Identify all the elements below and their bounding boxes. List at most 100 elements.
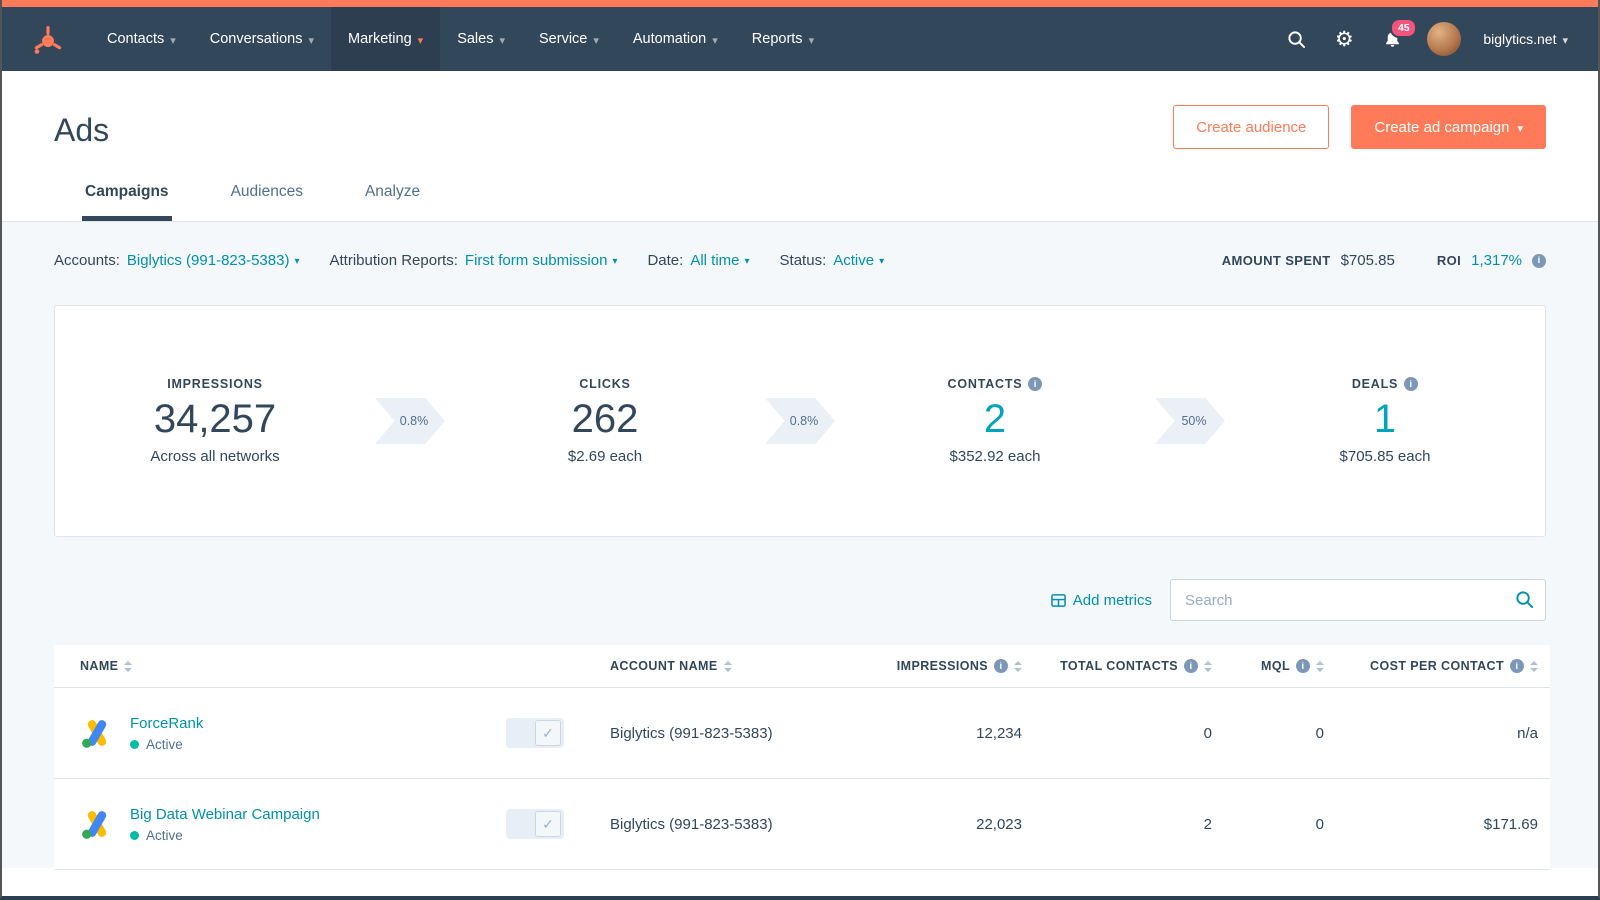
checkbox-checked-icon: ✓ <box>535 720 561 746</box>
column-header-mql[interactable]: MQL <box>1224 645 1336 688</box>
account-menu[interactable]: biglytics.net ▾ <box>1483 31 1568 47</box>
nav-contacts[interactable]: Contacts▾ <box>90 7 193 71</box>
mql-cell: 0 <box>1224 779 1336 870</box>
account-name: biglytics.net <box>1483 31 1556 47</box>
sync-toggle[interactable]: ✓ <box>506 809 564 839</box>
account-name-cell: Biglytics (991-823-5383) <box>598 688 864 779</box>
avatar[interactable] <box>1427 22 1461 56</box>
nav-sales[interactable]: Sales▾ <box>440 7 522 71</box>
date-filter-label: Date: <box>647 252 683 269</box>
status-dot <box>130 831 139 840</box>
accounts-filter-label: Accounts: <box>54 252 120 269</box>
accounts-filter-dropdown[interactable]: Biglytics (991-823-5383) ▾ <box>127 252 300 269</box>
cost-per-contact-cell: n/a <box>1336 688 1550 779</box>
accounts-filter-value: Biglytics (991-823-5383) <box>127 252 290 269</box>
nav-reports[interactable]: Reports▾ <box>735 7 831 71</box>
deals-label: DEALS <box>1352 377 1398 391</box>
chevron-down-icon: ▾ <box>1517 122 1523 135</box>
table-search <box>1170 579 1546 621</box>
roi-value: 1,317% <box>1471 252 1522 269</box>
sort-icon[interactable] <box>1204 661 1212 672</box>
tab-campaigns[interactable]: Campaigns <box>82 183 172 221</box>
total-contacts-cell[interactable]: 2 <box>1034 779 1224 870</box>
status-filter: Status: Active ▾ <box>780 252 885 269</box>
cost-per-contact-info-icon[interactable] <box>1510 659 1524 673</box>
deals-value[interactable]: 1 <box>1374 397 1396 442</box>
chevron-down-icon: ▾ <box>809 34 815 47</box>
google-ads-icon <box>80 716 114 750</box>
column-header-account-name[interactable]: ACCOUNT NAME <box>598 645 864 688</box>
attribution-filter-dropdown[interactable]: First form submission ▾ <box>465 252 618 269</box>
status-filter-dropdown[interactable]: Active ▾ <box>833 252 884 269</box>
impressions-sub: Across all networks <box>150 448 279 465</box>
conversion-rate: 50% <box>1173 414 1206 428</box>
column-header-total-contacts[interactable]: TOTAL CONTACTS <box>1034 645 1224 688</box>
search-icon[interactable] <box>1283 26 1309 52</box>
attribution-filter-label: Attribution Reports: <box>330 252 458 269</box>
gear-icon[interactable]: ⚙ <box>1331 26 1357 52</box>
checkbox-checked-icon: ✓ <box>535 811 561 837</box>
campaign-name-link[interactable]: ForceRank <box>130 715 203 732</box>
nav-automation[interactable]: Automation▾ <box>616 7 735 71</box>
create-audience-label: Create audience <box>1196 119 1306 136</box>
hubspot-logo[interactable] <box>2 7 90 71</box>
chevron-down-icon: ▾ <box>1562 34 1568 47</box>
create-audience-button[interactable]: Create audience <box>1173 105 1329 149</box>
amount-spent-value: $705.85 <box>1341 252 1395 269</box>
deals-info-icon[interactable] <box>1404 377 1418 391</box>
campaigns-table: NAME ACCOUNT NAME IMPRESSIONS <box>54 645 1550 870</box>
search-icon[interactable] <box>1515 590 1534 614</box>
campaign-name-link[interactable]: Big Data Webinar Campaign <box>130 806 320 823</box>
status-dot <box>130 740 139 749</box>
notifications-bell-icon[interactable]: 45 <box>1379 26 1405 52</box>
mql-cell: 0 <box>1224 688 1336 779</box>
nav-service[interactable]: Service▾ <box>522 7 616 71</box>
nav-marketing[interactable]: Marketing▾ <box>331 7 440 71</box>
nav-conversations[interactable]: Conversations▾ <box>193 7 331 71</box>
topbar-utilities: ⚙ 45 biglytics.net ▾ <box>1283 7 1598 71</box>
contacts-info-icon[interactable] <box>1028 377 1042 391</box>
notification-count-badge: 45 <box>1390 18 1417 38</box>
tab-analyze[interactable]: Analyze <box>362 183 423 221</box>
sprocket-icon <box>32 23 64 55</box>
attribution-filter-value: First form submission <box>465 252 608 269</box>
page-header: Ads Create audience Create ad campaign ▾… <box>2 71 1598 222</box>
add-metrics-button[interactable]: Add metrics <box>1051 592 1152 609</box>
conversion-rate: 0.8% <box>782 414 819 428</box>
nav-service-label: Service <box>539 31 587 47</box>
main-nav: Contacts▾ Conversations▾ Marketing▾ Sale… <box>90 7 831 71</box>
date-filter-dropdown[interactable]: All time ▾ <box>690 252 749 269</box>
status-badge: Active <box>146 828 183 843</box>
create-ad-campaign-button[interactable]: Create ad campaign ▾ <box>1351 105 1546 149</box>
chevron-down-icon: ▾ <box>612 256 617 267</box>
roi-info-icon[interactable] <box>1532 254 1546 268</box>
impressions-value: 34,257 <box>154 397 276 442</box>
sort-icon[interactable] <box>1530 661 1538 672</box>
sort-icon[interactable] <box>124 661 132 672</box>
sort-icon[interactable] <box>1316 661 1324 672</box>
conversion-arrow: 0.8% <box>375 398 445 444</box>
contacts-value[interactable]: 2 <box>984 397 1006 442</box>
nav-marketing-label: Marketing <box>348 31 412 47</box>
amount-spent-label: AMOUNT SPENT <box>1222 253 1331 268</box>
sort-icon[interactable] <box>1014 661 1022 672</box>
grid-icon <box>1051 593 1066 608</box>
funnel-stage-contacts: CONTACTS 2 $352.92 each <box>835 377 1155 465</box>
sort-icon[interactable] <box>724 661 732 672</box>
date-filter-value: All time <box>690 252 739 269</box>
sync-toggle[interactable]: ✓ <box>506 718 564 748</box>
tab-audiences[interactable]: Audiences <box>228 183 306 221</box>
column-header-cost-per-contact[interactable]: COST PER CONTACT <box>1336 645 1550 688</box>
table-controls: Add metrics <box>54 579 1546 621</box>
chevron-down-icon: ▾ <box>745 256 750 267</box>
total-contacts-cell: 0 <box>1034 688 1224 779</box>
search-input[interactable] <box>1170 579 1546 621</box>
impressions-info-icon[interactable] <box>994 659 1008 673</box>
column-header-name[interactable]: NAME <box>54 645 598 688</box>
top-accent-bar <box>2 0 1598 7</box>
funnel-stage-clicks: CLICKS 262 $2.69 each <box>445 377 765 465</box>
column-header-impressions[interactable]: IMPRESSIONS <box>864 645 1034 688</box>
mql-info-icon[interactable] <box>1296 659 1310 673</box>
account-name-cell: Biglytics (991-823-5383) <box>598 779 864 870</box>
total-contacts-info-icon[interactable] <box>1184 659 1198 673</box>
